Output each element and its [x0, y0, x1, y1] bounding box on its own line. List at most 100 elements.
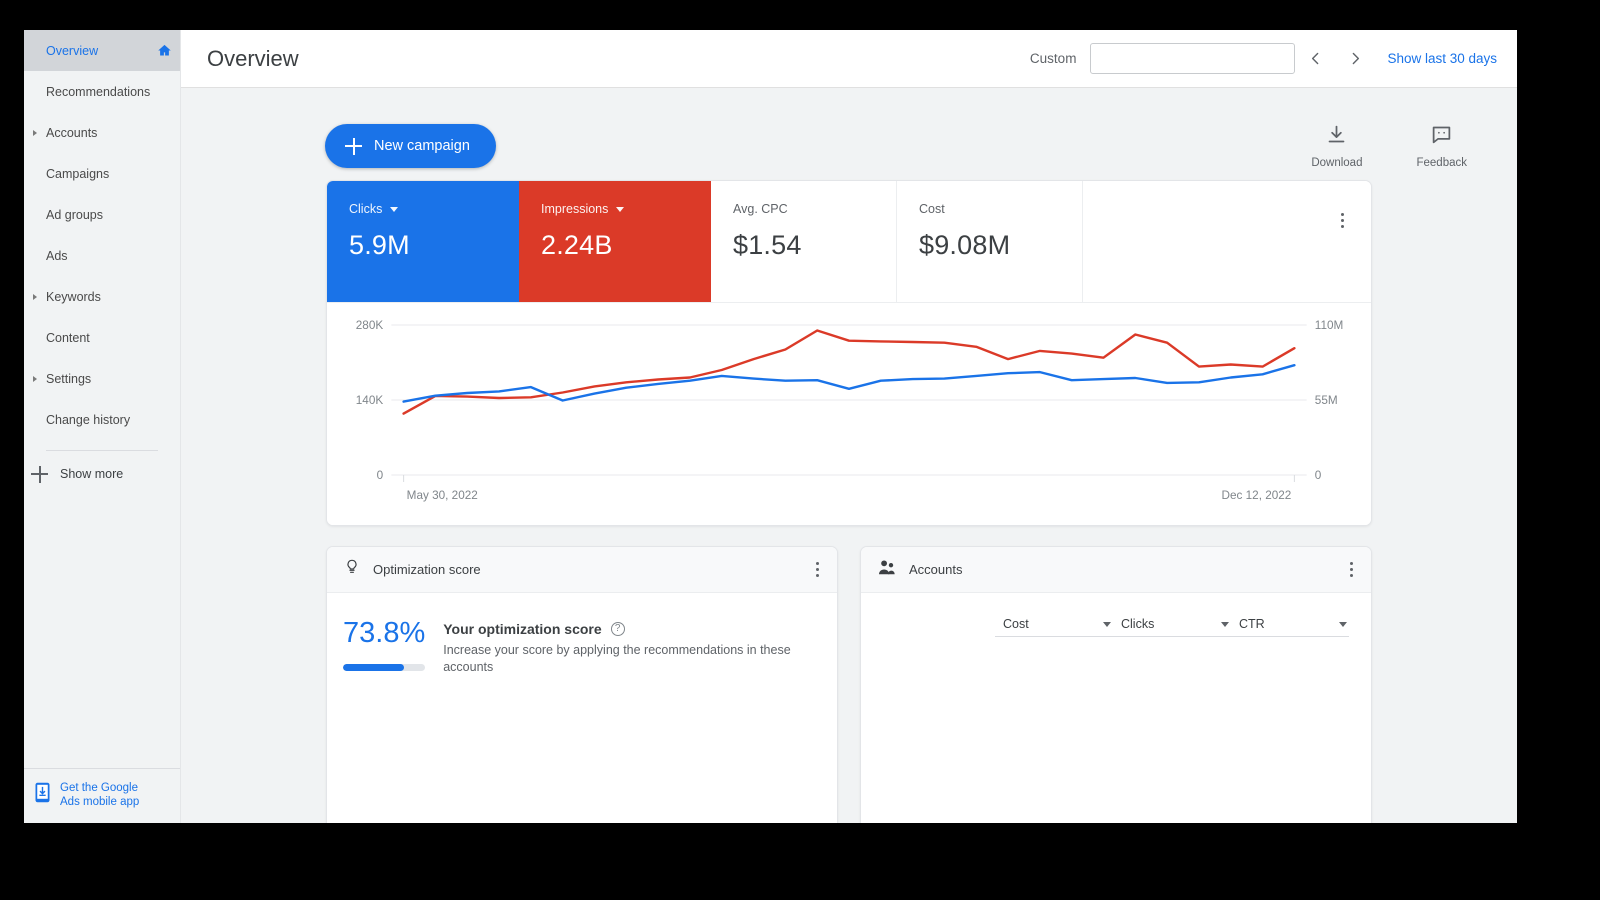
metric-label-row: Cost — [919, 202, 1082, 216]
optimization-score-gauge: 73.8% — [343, 619, 425, 676]
chart-right-tick-label: 55M — [1315, 394, 1338, 407]
metric-value: 5.9M — [349, 230, 410, 260]
sidebar-item-keywords[interactable]: Keywords — [24, 276, 180, 317]
performance-chart-card: Clicks 5.9M Impressions 2.24B Avg. CPC $… — [326, 180, 1372, 526]
help-icon[interactable]: ? — [610, 622, 625, 636]
metric-label: Cost — [919, 202, 945, 216]
sidebar-show-more-label: Show more — [60, 467, 124, 481]
sidebar-item-recommendations[interactable]: Recommendations — [24, 71, 180, 112]
sidebar-item-settings[interactable]: Settings — [24, 358, 180, 399]
optimization-score-title: Optimization score — [373, 562, 481, 577]
metric-label-row: Impressions — [541, 202, 711, 216]
metric-card-cost[interactable]: Cost $9.08M — [897, 181, 1083, 302]
sidebar-item-label: Overview — [46, 43, 99, 58]
show-last-30-days-link[interactable]: Show last 30 days — [1387, 51, 1497, 66]
people-icon — [878, 559, 896, 580]
optimization-score-value: 73.8% — [343, 617, 426, 649]
sidebar-item-accounts[interactable]: Accounts — [24, 112, 180, 153]
chevron-down-icon — [1221, 621, 1229, 627]
sidebar-item-label: Accounts — [46, 125, 98, 140]
accounts-column-selectors: Cost Clicks CTR — [861, 593, 1371, 637]
accounts-column-ctr[interactable]: CTR — [1231, 617, 1349, 637]
optimization-score-heading: Your optimization score — [443, 621, 602, 637]
sidebar-item-label: Campaigns — [46, 166, 110, 181]
optimization-score-progress-track — [343, 664, 425, 671]
home-icon — [157, 43, 172, 58]
download-icon — [1326, 124, 1347, 150]
chevron-down-icon[interactable] — [390, 206, 399, 212]
metric-label: Impressions — [541, 202, 609, 216]
chart-left-tick-label: 0 — [377, 469, 384, 482]
promo-line-1: Get the Google — [60, 782, 138, 794]
date-range-input[interactable] — [1090, 43, 1296, 74]
main-area: Overview Custom Show last 30 days New ca… — [181, 30, 1517, 823]
download-button[interactable]: Download — [1311, 124, 1362, 169]
sidebar-item-change-history[interactable]: Change history — [24, 399, 180, 440]
chart-x-tick-label: Dec 12, 2022 — [1222, 489, 1292, 502]
metric-card-impressions[interactable]: Impressions 2.24B — [519, 181, 711, 302]
accounts-column-label: CTR — [1239, 617, 1265, 631]
sidebar-item-ads[interactable]: Ads — [24, 235, 180, 276]
metric-card-clicks[interactable]: Clicks 5.9M — [327, 181, 519, 302]
chevron-down-icon — [1103, 621, 1111, 627]
sidebar-item-label: Settings — [46, 371, 92, 386]
chart-card-options-button[interactable] — [1341, 213, 1344, 228]
plus-icon — [31, 465, 48, 483]
optimization-score-body: 73.8% Your optimization score ? Increase… — [327, 593, 837, 676]
feedback-icon — [1431, 124, 1452, 150]
sidebar: Overview Recommendations Accounts Campai… — [24, 30, 181, 823]
sidebar-item-label: Content — [46, 330, 90, 345]
accounts-column-cost[interactable]: Cost — [995, 617, 1113, 637]
metric-value: 2.24B — [541, 230, 613, 260]
mobile-download-icon — [34, 782, 51, 808]
chevron-right-icon — [33, 293, 37, 300]
chart-left-axis-ticks: 0 140K 280K — [356, 319, 384, 482]
feedback-button[interactable]: Feedback — [1416, 124, 1467, 169]
optimization-score-heading-row: Your optimization score ? — [443, 621, 813, 637]
metric-label-row: Clicks — [349, 202, 519, 216]
chart-left-tick-label: 140K — [356, 394, 384, 407]
mobile-app-promo-text: Get the Google Ads mobile app — [60, 781, 139, 809]
metric-card-avg-cpc[interactable]: Avg. CPC $1.54 — [711, 181, 897, 302]
accounts-header: Accounts — [861, 547, 1371, 593]
new-campaign-button[interactable]: New campaign — [325, 124, 496, 168]
chart-right-tick-label: 0 — [1315, 469, 1322, 482]
sidebar-item-overview[interactable]: Overview — [24, 30, 180, 71]
sidebar-item-content[interactable]: Content — [24, 317, 180, 358]
page-header: Overview Custom Show last 30 days — [181, 30, 1517, 88]
chart-x-tick-label: May 30, 2022 — [407, 489, 478, 502]
mobile-app-promo[interactable]: Get the Google Ads mobile app — [24, 768, 180, 823]
chart-right-axis-ticks: 0 55M 110M — [1315, 319, 1343, 482]
lightbulb-icon — [344, 559, 360, 580]
accounts-column-label: Clicks — [1121, 617, 1155, 631]
sidebar-nav: Overview Recommendations Accounts Campai… — [24, 30, 180, 497]
chevron-right-icon — [33, 129, 37, 136]
accounts-title: Accounts — [909, 562, 963, 577]
chevron-right-icon — [33, 375, 37, 382]
sidebar-item-campaigns[interactable]: Campaigns — [24, 153, 180, 194]
sidebar-item-label: Recommendations — [46, 84, 151, 99]
content-toolbar: New campaign Download Feedback — [181, 88, 1517, 180]
chart-gridlines — [391, 324, 1307, 476]
metric-value: $9.08M — [919, 230, 1011, 260]
sidebar-item-label: Change history — [46, 412, 131, 427]
sidebar-item-ad-groups[interactable]: Ad groups — [24, 194, 180, 235]
chevron-down-icon — [1339, 621, 1347, 627]
accounts-column-clicks[interactable]: Clicks — [1113, 617, 1231, 637]
chart-line-impressions — [402, 329, 1296, 415]
google-ads-app-window: Overview Recommendations Accounts Campai… — [24, 30, 1517, 823]
date-range-label: Custom — [1029, 51, 1077, 66]
sidebar-show-more-button[interactable]: Show more — [24, 451, 180, 497]
page-title: Overview — [207, 45, 299, 71]
accounts-options-button[interactable] — [1350, 562, 1353, 577]
optimization-score-options-button[interactable] — [816, 562, 819, 577]
page-content: New campaign Download Feedback Clicks 5.… — [181, 88, 1517, 823]
optimization-score-description: Increase your score by applying the reco… — [443, 643, 791, 674]
previous-period-button[interactable] — [1295, 39, 1335, 79]
next-period-button[interactable] — [1335, 39, 1375, 79]
accounts-panel: Accounts Cost Clicks CTR — [860, 546, 1372, 823]
chevron-down-icon[interactable] — [616, 206, 625, 212]
accounts-column-label: Cost — [1003, 617, 1029, 631]
optimization-score-header: Optimization score — [327, 547, 837, 593]
chart-right-tick-label: 110M — [1315, 319, 1343, 332]
